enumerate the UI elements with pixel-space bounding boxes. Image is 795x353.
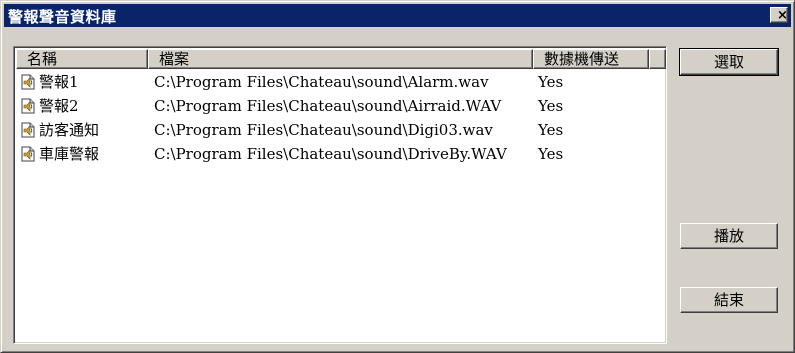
column-header-name[interactable]: 名稱 [16,49,148,69]
list-header: 名稱 檔案 數據機傳送 [16,49,666,69]
close-window-button[interactable]: × [770,7,788,23]
sound-file-icon [20,98,36,114]
sound-list[interactable]: 名稱 檔案 數據機傳送 警報1 C:\Program Files\Chateau\… [13,46,667,344]
sound-library-dialog: 警報聲音資料庫 × 名稱 檔案 數據機傳送 警報1 C:\Program File… [0,0,795,353]
row-name-text: 車庫警報 [39,145,100,163]
row-file: C:\Program Files\Chateau\sound\Airraid.W… [154,97,502,115]
sound-file-icon [20,74,36,90]
column-header-file[interactable]: 檔案 [148,49,533,69]
play-button[interactable]: 播放 [680,223,778,249]
row-name-text: 警報1 [39,73,79,91]
row-modem-send: Yes [538,97,564,115]
list-row[interactable]: 警報1 C:\Program Files\Chateau\sound\Alarm.… [16,70,666,94]
row-name: 警報1 [20,73,79,91]
sound-file-icon [20,146,36,162]
row-file: C:\Program Files\Chateau\sound\Alarm.wav [154,73,489,91]
row-file: C:\Program Files\Chateau\sound\DriveBy.W… [154,145,507,163]
row-name-text: 訪客通知 [39,121,100,139]
row-name: 訪客通知 [20,121,99,139]
list-row[interactable]: 訪客通知 C:\Program Files\Chateau\sound\Digi0… [16,118,666,142]
list-row[interactable]: 警報2 C:\Program Files\Chateau\sound\Airrai… [16,94,666,118]
select-button[interactable]: 選取 [679,48,779,76]
sound-file-icon [20,122,36,138]
list-rows: 警報1 C:\Program Files\Chateau\sound\Alarm.… [16,70,666,166]
row-modem-send: Yes [538,73,564,91]
column-header-modem-send[interactable]: 數據機傳送 [533,49,649,69]
column-header-filler [649,49,666,69]
list-row[interactable]: 車庫警報 C:\Program Files\Chateau\sound\Drive… [16,142,666,166]
row-modem-send: Yes [538,121,564,139]
row-name: 車庫警報 [20,145,99,163]
window-title: 警報聲音資料庫 [8,8,117,26]
row-name: 警報2 [20,97,79,115]
close-button[interactable]: 結束 [680,287,778,313]
title-bar[interactable]: 警報聲音資料庫 × [4,4,791,27]
row-name-text: 警報2 [39,97,79,115]
row-modem-send: Yes [538,145,564,163]
row-file: C:\Program Files\Chateau\sound\Digi03.wa… [154,121,493,139]
